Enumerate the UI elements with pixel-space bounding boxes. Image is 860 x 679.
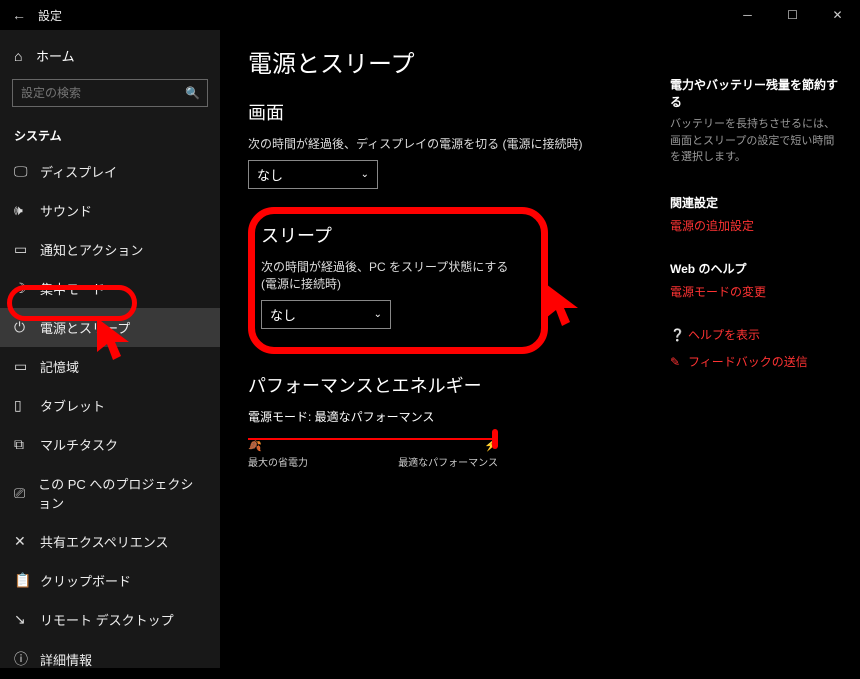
feedback-icon: ✎ bbox=[670, 355, 688, 369]
sidebar-item-label: 詳細情報 bbox=[40, 650, 92, 669]
screen-timeout-dropdown[interactable]: なし ⌄ bbox=[248, 160, 378, 189]
category-label: システム bbox=[0, 119, 220, 152]
slider-min-label: 最大の省電力 bbox=[248, 454, 308, 469]
sidebar-item-label: 通知とアクション bbox=[40, 240, 143, 259]
sidebar: ⌂ ホーム 🔍 システム 🖵 ディスプレイ 🕪 サウンド ▭ 通知とアクション … bbox=[0, 30, 220, 668]
sidebar-item-label: この PC へのプロジェクション bbox=[38, 474, 206, 512]
remote-icon: ↘ bbox=[14, 611, 40, 628]
sidebar-item-focus[interactable]: ☽ 集中モード bbox=[0, 269, 220, 308]
minimize-button[interactable]: ─ bbox=[725, 0, 770, 30]
notification-icon: ▭ bbox=[14, 241, 40, 258]
maximize-button[interactable]: ☐ bbox=[770, 0, 815, 30]
slider-thumb[interactable] bbox=[492, 429, 498, 449]
power-icon: ⏻ bbox=[14, 319, 40, 336]
sidebar-item-label: リモート デスクトップ bbox=[40, 610, 174, 629]
storage-icon: ▭ bbox=[14, 358, 40, 375]
save-power-heading: 電力やバッテリー残量を節約する bbox=[670, 76, 838, 110]
home-icon: ⌂ bbox=[14, 48, 36, 64]
sidebar-item-clipboard[interactable]: 📋 クリップボード bbox=[0, 561, 220, 600]
focus-icon: ☽ bbox=[14, 280, 40, 297]
web-help-heading: Web のヘルプ bbox=[670, 260, 838, 277]
sidebar-item-label: タブレット bbox=[40, 396, 105, 415]
sidebar-item-remote-desktop[interactable]: ↘ リモート デスクトップ bbox=[0, 600, 220, 639]
chevron-down-icon: ⌄ bbox=[361, 169, 369, 180]
sidebar-item-label: サウンド bbox=[40, 201, 92, 220]
help-icon: ❔ bbox=[670, 328, 688, 342]
clipboard-icon: 📋 bbox=[14, 572, 40, 589]
sidebar-item-label: マルチタスク bbox=[40, 435, 118, 454]
sidebar-item-about[interactable]: ⓘ 詳細情報 bbox=[0, 639, 220, 679]
home-button[interactable]: ⌂ ホーム bbox=[0, 38, 220, 73]
sidebar-item-label: 集中モード bbox=[40, 279, 105, 298]
power-mode-slider[interactable] bbox=[248, 433, 498, 435]
sound-icon: 🕪 bbox=[14, 202, 40, 219]
screen-heading: 画面 bbox=[248, 99, 632, 125]
search-input[interactable] bbox=[12, 79, 208, 107]
annotation-highlight-sleep: スリープ 次の時間が経過後、PC をスリープ状態にする (電源に接続時) なし … bbox=[248, 207, 548, 354]
sidebar-item-power-sleep[interactable]: ⏻ 電源とスリープ bbox=[0, 308, 220, 347]
page-title: 電源とスリープ bbox=[248, 44, 632, 79]
sidebar-item-display[interactable]: 🖵 ディスプレイ bbox=[0, 152, 220, 191]
show-help-link[interactable]: ❔ヘルプを表示 bbox=[670, 326, 838, 343]
chevron-down-icon: ⌄ bbox=[374, 309, 382, 320]
screen-timeout-value: なし bbox=[257, 165, 283, 184]
projection-icon: ⎚ bbox=[14, 485, 38, 502]
shared-icon: ✕ bbox=[14, 533, 40, 550]
right-panel: 電力やバッテリー残量を節約する バッテリーを長持ちさせるには、画面とスリープの設… bbox=[660, 30, 860, 668]
window-title: 設定 bbox=[38, 7, 62, 24]
sidebar-item-storage[interactable]: ▭ 記憶域 bbox=[0, 347, 220, 386]
sidebar-item-label: 記憶域 bbox=[40, 357, 79, 376]
sidebar-item-multitask[interactable]: ⧉ マルチタスク bbox=[0, 425, 220, 464]
screen-sub: 次の時間が経過後、ディスプレイの電源を切る (電源に接続時) bbox=[248, 135, 632, 152]
display-icon: 🖵 bbox=[14, 163, 40, 180]
titlebar: ← 設定 ─ ☐ ✕ bbox=[0, 0, 860, 30]
additional-power-settings-link[interactable]: 電源の追加設定 bbox=[670, 217, 838, 234]
leaf-icon: 🍂 bbox=[248, 439, 262, 452]
sidebar-item-projection[interactable]: ⎚ この PC へのプロジェクション bbox=[0, 464, 220, 522]
sidebar-item-tablet[interactable]: ▯ タブレット bbox=[0, 386, 220, 425]
feedback-link[interactable]: ✎フィードバックの送信 bbox=[670, 353, 838, 370]
sleep-sub: 次の時間が経過後、PC をスリープ状態にする (電源に接続時) bbox=[261, 258, 523, 292]
back-icon[interactable]: ← bbox=[12, 7, 38, 23]
sidebar-item-shared-exp[interactable]: ✕ 共有エクスペリエンス bbox=[0, 522, 220, 561]
sleep-timeout-value: なし bbox=[270, 305, 296, 324]
perf-heading: パフォーマンスとエネルギー bbox=[248, 372, 632, 398]
perf-mode-label: 電源モード: 最適なパフォーマンス bbox=[248, 408, 632, 425]
tablet-icon: ▯ bbox=[14, 397, 40, 414]
save-power-desc: バッテリーを長持ちさせるには、画面とスリープの設定で短い時間を選択します。 bbox=[670, 116, 838, 166]
info-icon: ⓘ bbox=[14, 649, 40, 669]
sidebar-item-label: ディスプレイ bbox=[40, 162, 117, 181]
sidebar-item-sound[interactable]: 🕪 サウンド bbox=[0, 191, 220, 230]
close-button[interactable]: ✕ bbox=[815, 0, 860, 30]
multitask-icon: ⧉ bbox=[14, 436, 40, 453]
sidebar-item-label: 共有エクスペリエンス bbox=[40, 532, 168, 551]
sidebar-item-notifications[interactable]: ▭ 通知とアクション bbox=[0, 230, 220, 269]
sleep-timeout-dropdown[interactable]: なし ⌄ bbox=[261, 300, 391, 329]
home-label: ホーム bbox=[36, 46, 75, 65]
slider-max-label: 最適なパフォーマンス bbox=[398, 454, 498, 469]
sleep-heading: スリープ bbox=[261, 222, 523, 248]
power-mode-help-link[interactable]: 電源モードの変更 bbox=[670, 283, 838, 300]
sidebar-item-label: クリップボード bbox=[40, 571, 131, 590]
window-controls: ─ ☐ ✕ bbox=[725, 0, 860, 30]
sidebar-item-label: 電源とスリープ bbox=[40, 318, 130, 337]
main-panel: 電源とスリープ 画面 次の時間が経過後、ディスプレイの電源を切る (電源に接続時… bbox=[220, 30, 660, 668]
related-heading: 関連設定 bbox=[670, 194, 838, 211]
